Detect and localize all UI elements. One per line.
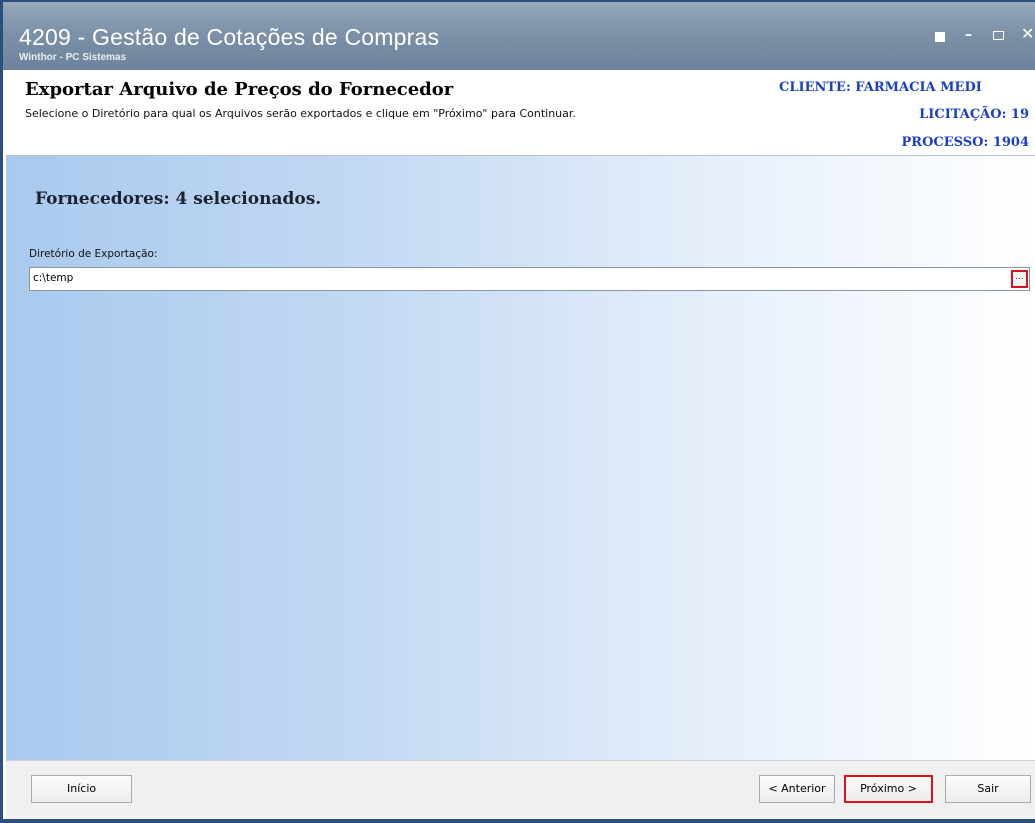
cliente-info: CLIENTE: FARMACIA MEDI xyxy=(779,80,982,95)
browse-directory-button[interactable]: ... xyxy=(1011,270,1028,288)
export-directory-field[interactable]: c:\temp ... xyxy=(29,267,1030,291)
licitacao-info: LICITAÇÃO: 19 xyxy=(919,107,1029,122)
wizard-footer: Início < Anterior Próximo > Sair xyxy=(6,760,1035,823)
wizard-header: Exportar Arquivo de Preços do Fornecedor… xyxy=(6,70,1035,156)
content-panel: Fornecedores: 4 selecionados. Diretório … xyxy=(6,156,1035,760)
restore-icon[interactable] xyxy=(935,32,945,42)
export-directory-value[interactable]: c:\temp xyxy=(33,272,73,284)
sair-button[interactable]: Sair xyxy=(945,775,1031,803)
proximo-button[interactable]: Próximo > xyxy=(844,775,933,803)
main-window: 4209 - Gestão de Cotações de Compras Win… xyxy=(0,0,1035,823)
inicio-button[interactable]: Início xyxy=(31,775,132,803)
minimize-icon[interactable]: – xyxy=(965,28,972,42)
window-bottom-border xyxy=(0,819,1035,823)
title-bar[interactable]: 4209 - Gestão de Cotações de Compras Win… xyxy=(3,0,1035,70)
window-subtitle: Winthor - PC Sistemas xyxy=(19,52,127,63)
maximize-icon[interactable] xyxy=(993,31,1004,40)
fornecedores-count-label: Fornecedores: 4 selecionados. xyxy=(35,189,322,209)
window-title: 4209 - Gestão de Cotações de Compras xyxy=(19,24,440,50)
close-icon[interactable]: ✕ xyxy=(1021,26,1034,42)
page-title: Exportar Arquivo de Preços do Fornecedor xyxy=(25,79,454,100)
anterior-button[interactable]: < Anterior xyxy=(759,775,835,803)
export-directory-label: Diretório de Exportação: xyxy=(29,248,158,260)
page-description: Selecione o Diretório para qual os Arqui… xyxy=(25,107,576,120)
processo-info: PROCESSO: 1904 xyxy=(901,135,1029,150)
